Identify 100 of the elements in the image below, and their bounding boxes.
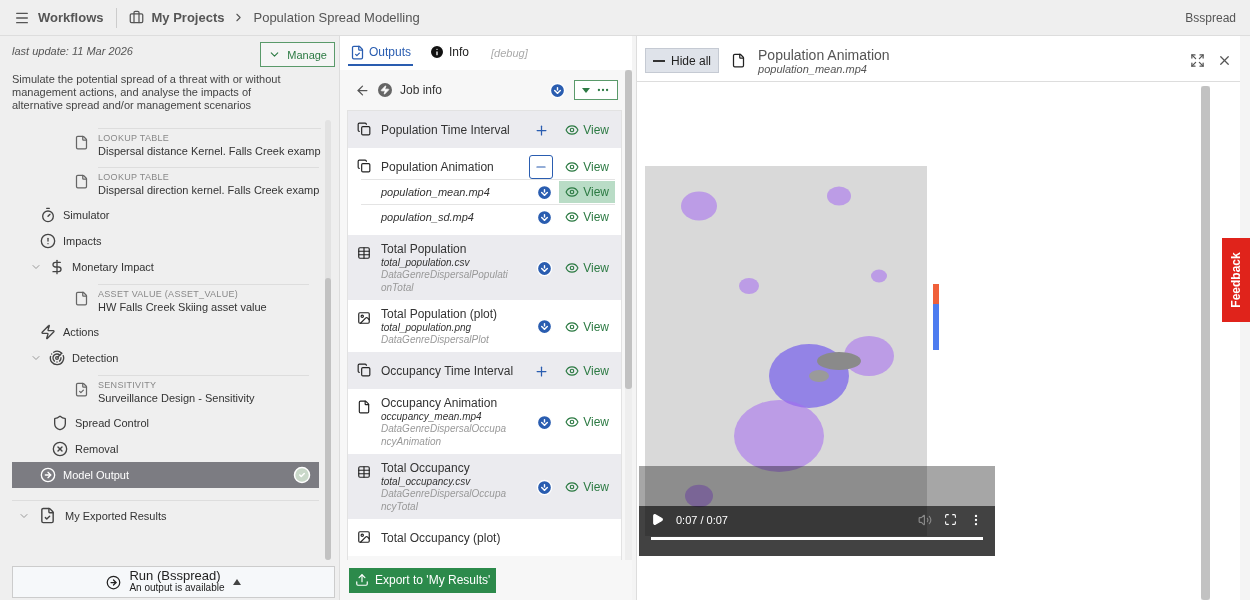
output-genre: DataGenreDispersalPlot — [381, 333, 490, 346]
fullscreen-icon[interactable] — [1190, 53, 1205, 68]
view-button[interactable]: View — [559, 315, 615, 338]
file-entry[interactable]: LOOKUP TABLE Dispersal distance Kernel. Falls Creek examp — [98, 128, 321, 157]
run-button[interactable]: Run (Bsspread) An output is available — [12, 566, 335, 598]
tab[interactable]: Info — [427, 40, 472, 66]
alert-icon — [40, 233, 56, 249]
table-icon — [357, 465, 371, 479]
output-file-name: occupancy_mean.mp4 — [381, 411, 483, 422]
tree-item[interactable]: Impacts — [12, 228, 319, 254]
tree-label: Spread Control — [75, 417, 149, 429]
download-icon[interactable] — [536, 413, 554, 431]
output-title: Total Population (plot) — [381, 307, 499, 322]
eye-icon — [565, 364, 580, 378]
view-button[interactable]: View — [559, 119, 615, 141]
copy-icon — [357, 159, 371, 173]
download-icon[interactable] — [536, 478, 554, 496]
tree-label: Monetary Impact — [72, 261, 154, 273]
output-file-name: total_occupancy.csv — [381, 476, 472, 487]
file-entry[interactable]: ASSET VALUE (ASSET_VALUE) HW Falls Creek Skiing asset value — [98, 284, 309, 313]
tree-item[interactable]: Monetary Impact — [12, 254, 319, 280]
output-genre: DataGenreDispersalPopulationTotal — [381, 268, 509, 294]
output-title: Population Time Interval — [381, 122, 511, 138]
workflows-link[interactable]: Workflows — [38, 10, 104, 25]
tree-item[interactable]: Actions — [12, 319, 319, 345]
file-label: Surveillance Design - Sensitivity — [98, 392, 256, 404]
breadcrumb-link[interactable]: My Projects — [151, 10, 225, 25]
file-caption: LOOKUP TABLE — [98, 133, 171, 143]
feedback-tab[interactable]: Feedback — [1222, 238, 1250, 322]
options-dropdown[interactable] — [574, 80, 618, 100]
close-icon[interactable] — [1217, 53, 1232, 68]
file-icon — [74, 135, 89, 150]
tree-item[interactable]: Detection — [12, 345, 319, 371]
download-icon[interactable] — [536, 208, 554, 226]
dollar-icon — [49, 259, 65, 275]
file-check-icon — [350, 44, 365, 60]
arrow-circle-icon — [40, 467, 56, 483]
user-name[interactable]: Bsspread — [1185, 10, 1236, 25]
briefcase-icon — [128, 10, 144, 25]
download-icon[interactable] — [536, 183, 554, 201]
output-file-name: population_mean.mp4 — [381, 186, 491, 198]
view-button[interactable]: View — [559, 411, 615, 433]
file-icon — [731, 53, 747, 68]
hide-all-button[interactable]: Hide all — [645, 48, 720, 73]
job-info-label[interactable]: Job info — [400, 83, 541, 97]
file-caption: SENSITIVITY — [98, 380, 158, 390]
output-file-name: population_sd.mp4 — [381, 211, 475, 223]
play-icon[interactable] — [651, 513, 664, 526]
scrollbar[interactable] — [1201, 86, 1210, 600]
file-icon — [74, 174, 89, 189]
tree-label: Detection — [72, 352, 119, 364]
view-button[interactable]: View — [559, 206, 615, 228]
tree-item[interactable]: Removal — [12, 436, 319, 462]
file-entry[interactable]: LOOKUP TABLE Dispersal direction kernel. Falls Creek examp — [98, 167, 320, 196]
view-button[interactable]: View — [559, 181, 615, 203]
volume-icon[interactable] — [918, 512, 932, 527]
file-icon — [74, 291, 89, 306]
output-title: Population Animation — [381, 159, 495, 175]
manage-button[interactable]: Manage — [260, 42, 335, 67]
timer-icon — [40, 207, 56, 223]
file-label: HW Falls Creek Skiing asset value — [98, 301, 268, 313]
fullscreen-icon[interactable] — [944, 513, 957, 526]
download-icon[interactable] — [536, 259, 554, 277]
caret-up-icon — [232, 579, 241, 585]
collapse-button[interactable] — [529, 155, 554, 179]
scrollbar[interactable] — [325, 120, 331, 560]
output-title: Occupancy Time Interval — [381, 363, 515, 379]
viewer-title: Population Animation — [758, 46, 891, 63]
image-icon — [357, 530, 371, 544]
file-entry[interactable]: SENSITIVITY Surveillance Design - Sensitivity — [98, 375, 309, 404]
info-icon — [429, 44, 446, 60]
view-button[interactable]: View — [559, 360, 615, 382]
plus-icon — [533, 363, 549, 379]
eye-icon — [565, 480, 580, 494]
scrollbar[interactable] — [625, 70, 632, 560]
output-title: Total Occupancy (plot) — [381, 530, 502, 546]
plus-icon — [533, 122, 549, 138]
tree-item[interactable]: Simulator — [12, 202, 319, 228]
table-icon — [357, 246, 371, 260]
copy-icon — [357, 122, 371, 136]
minus-icon — [653, 59, 665, 62]
eye-icon — [565, 210, 580, 224]
download-icon[interactable] — [549, 81, 566, 99]
lightning-icon — [40, 324, 56, 340]
eye-icon — [565, 185, 580, 199]
video-time: 0:07 / 0:07 — [676, 513, 729, 526]
view-button[interactable]: View — [559, 257, 615, 279]
file-label: Dispersal distance Kernel. Falls Creek examp — [98, 145, 321, 157]
file-caption: ASSET VALUE (ASSET_VALUE) — [98, 289, 240, 299]
download-icon[interactable] — [536, 318, 554, 335]
tree-item[interactable]: Model Output — [12, 462, 319, 488]
file-check-icon — [39, 507, 56, 524]
view-button[interactable]: View — [559, 476, 615, 498]
tab[interactable]: Outputs — [348, 40, 414, 66]
eye-icon — [565, 261, 580, 275]
tree-item[interactable]: Spread Control — [12, 410, 319, 436]
export-button[interactable]: Export to 'My Results' — [349, 567, 497, 593]
file-caption: LOOKUP TABLE — [98, 172, 171, 182]
view-button[interactable]: View — [559, 156, 615, 178]
progress-fill[interactable] — [651, 536, 983, 540]
